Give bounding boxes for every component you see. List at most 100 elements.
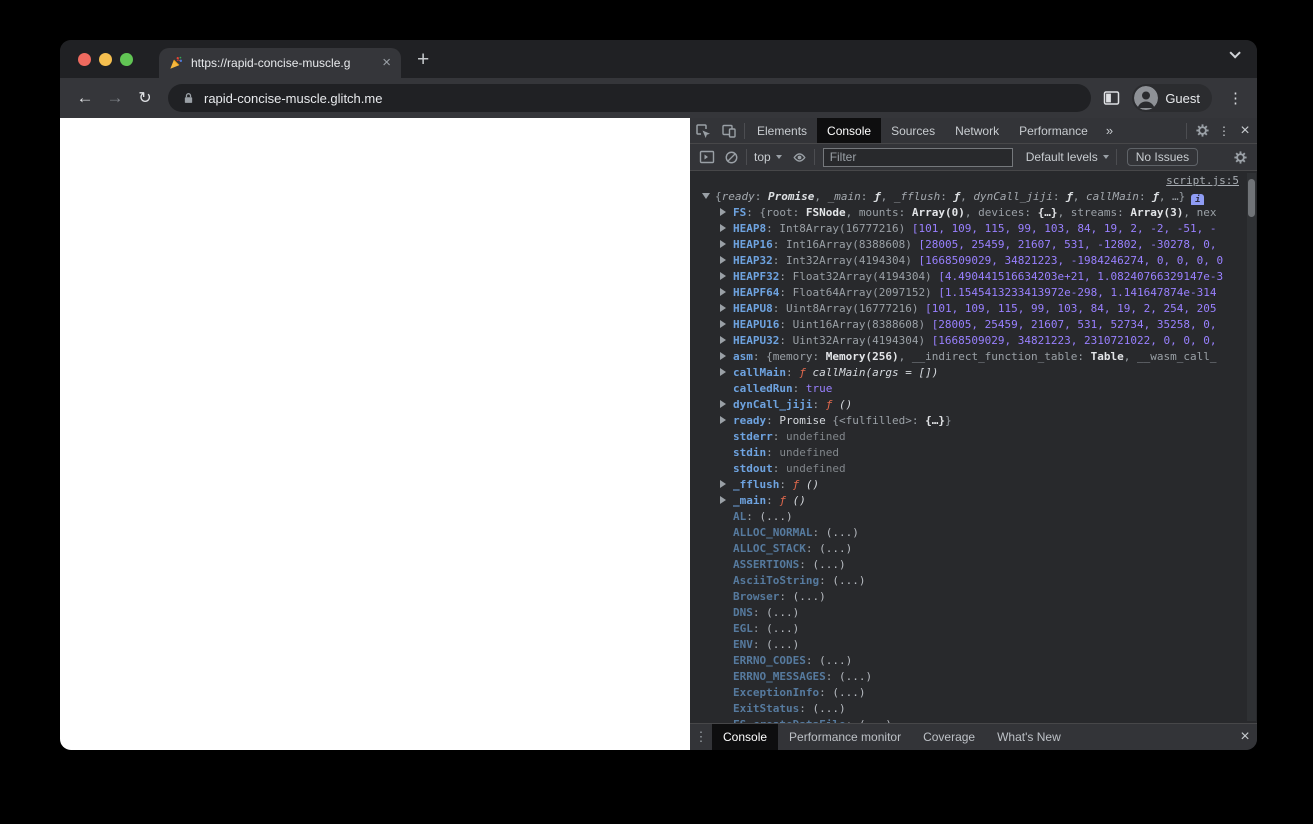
log-levels-selector[interactable]: Default levels [1021, 150, 1114, 164]
console-text-segment: : [812, 398, 826, 411]
console-settings-button[interactable] [1228, 150, 1253, 165]
console-property-row[interactable]: Browser: (...) [690, 589, 1257, 605]
expander-icon[interactable] [720, 221, 733, 237]
clear-console-button[interactable] [719, 150, 744, 165]
tab-close-icon[interactable]: × [382, 55, 391, 70]
console-property-row[interactable]: callMain: ƒ callMain(args = []) [690, 365, 1257, 381]
console-property-row[interactable]: _fflush: ƒ () [690, 477, 1257, 493]
console-property-row[interactable]: HEAP8: Int8Array(16777216) [101, 109, 11… [690, 221, 1257, 237]
filter-input[interactable] [822, 147, 1013, 167]
devtools-tab-console[interactable]: Console [817, 118, 882, 143]
browser-menu-button[interactable]: ⋮ [1224, 89, 1247, 107]
console-property-row[interactable]: ASSERTIONS: (...) [690, 557, 1257, 573]
drawer-tab-coverage[interactable]: Coverage [912, 724, 986, 750]
console-property-row[interactable]: stdout: undefined [690, 461, 1257, 477]
expander-icon[interactable] [720, 349, 733, 365]
drawer-tab-what-s-new[interactable]: What's New [986, 724, 1072, 750]
console-property-row[interactable]: ERRNO_MESSAGES: (...) [690, 669, 1257, 685]
console-property-row[interactable]: FS: {root: FSNode, mounts: Array(0), dev… [690, 205, 1257, 221]
console-property-row[interactable]: HEAP32: Int32Array(4194304) [1668509029,… [690, 253, 1257, 269]
console-object-preview[interactable]: {ready: Promise, _main: ƒ, _fflush: ƒ, d… [690, 189, 1257, 205]
devtools-menu-button[interactable]: ⋮ [1215, 124, 1233, 138]
side-panel-icon[interactable] [1103, 90, 1120, 106]
console-text-segment: : [1138, 190, 1153, 203]
console-property-row[interactable]: ALLOC_STACK: (...) [690, 541, 1257, 557]
context-selector[interactable]: top [749, 150, 787, 164]
devtools-tab-performance[interactable]: Performance [1009, 118, 1098, 143]
expander-icon[interactable] [702, 189, 715, 205]
console-property-row[interactable]: ExceptionInfo: (...) [690, 685, 1257, 701]
console-property-row[interactable]: HEAPU32: Uint32Array(4194304) [166850902… [690, 333, 1257, 349]
console-property-row[interactable]: DNS: (...) [690, 605, 1257, 621]
scrollbar-thumb[interactable] [1248, 179, 1255, 217]
console-text-segment: : [779, 270, 793, 283]
back-button[interactable]: ← [70, 88, 100, 108]
drawer-close-button[interactable]: × [1233, 728, 1257, 746]
window-close-button[interactable] [78, 53, 91, 66]
devtools-tab-network[interactable]: Network [945, 118, 1009, 143]
issues-button[interactable]: No Issues [1126, 148, 1199, 166]
drawer-menu-button[interactable]: ⋮ [690, 729, 712, 745]
browser-tab[interactable]: https://rapid-concise-muscle.g × [159, 48, 401, 78]
devtools-settings-button[interactable] [1189, 123, 1215, 138]
expander-icon[interactable] [720, 477, 733, 493]
console-property-row[interactable]: calledRun: true [690, 381, 1257, 397]
expander-icon[interactable] [720, 493, 733, 509]
context-label: top [754, 150, 771, 164]
expander-icon[interactable] [720, 205, 733, 221]
console-source-link[interactable]: script.js:5 [1166, 174, 1239, 187]
devtools-tab-sources[interactable]: Sources [881, 118, 945, 143]
console-property-row[interactable]: HEAPF32: Float32Array(4194304) [4.490441… [690, 269, 1257, 285]
devtools-tab-elements[interactable]: Elements [747, 118, 817, 143]
device-toolbar-button[interactable] [716, 123, 742, 139]
expander-icon[interactable] [720, 301, 733, 317]
page-viewport[interactable] [60, 118, 690, 750]
console-property-row[interactable]: stderr: undefined [690, 429, 1257, 445]
lock-icon[interactable] [182, 91, 195, 105]
console-property-row[interactable]: stdin: undefined [690, 445, 1257, 461]
console-property-row[interactable]: HEAPU16: Uint16Array(8388608) [28005, 25… [690, 317, 1257, 333]
console-property-row[interactable]: ERRNO_CODES: (...) [690, 653, 1257, 669]
console-property-row[interactable]: AsciiToString: (...) [690, 573, 1257, 589]
expander-icon[interactable] [720, 237, 733, 253]
console-property-row[interactable]: HEAPF64: Float64Array(2097152) [1.154541… [690, 285, 1257, 301]
expander-icon[interactable] [720, 269, 733, 285]
drawer-tab-console[interactable]: Console [712, 724, 779, 750]
console-property-row[interactable]: FS_createDataFile: (...) [690, 717, 1257, 723]
console-property-row[interactable]: HEAPU8: Uint8Array(16777216) [101, 109, … [690, 301, 1257, 317]
expander-icon[interactable] [720, 365, 733, 381]
profile-chip[interactable]: Guest [1132, 84, 1212, 112]
console-sidebar-button[interactable] [694, 149, 719, 165]
devtools-close-button[interactable]: × [1233, 122, 1257, 140]
console-property-row[interactable]: EGL: (...) [690, 621, 1257, 637]
console-property-row[interactable]: ENV: (...) [690, 637, 1257, 653]
console-text-segment: : [766, 414, 780, 427]
inspect-element-button[interactable] [690, 123, 716, 139]
console-property-row[interactable]: HEAP16: Int16Array(8388608) [28005, 2545… [690, 237, 1257, 253]
expander-icon[interactable] [720, 253, 733, 269]
browser-window: https://rapid-concise-muscle.g × + ← → ↻… [60, 40, 1257, 750]
console-scrollbar[interactable] [1247, 173, 1256, 721]
reload-button[interactable]: ↻ [130, 88, 160, 108]
expander-icon[interactable] [720, 397, 733, 413]
window-minimize-button[interactable] [99, 53, 112, 66]
new-tab-button[interactable]: + [417, 49, 429, 70]
expander-icon[interactable] [720, 413, 733, 429]
tab-search-button[interactable] [1229, 46, 1241, 64]
console-property-row[interactable]: _main: ƒ () [690, 493, 1257, 509]
console-property-row[interactable]: ExitStatus: (...) [690, 701, 1257, 717]
console-property-row[interactable]: ready: Promise {<fulfilled>: {…}} [690, 413, 1257, 429]
console-property-row[interactable]: asm: {memory: Memory(256), __indirect_fu… [690, 349, 1257, 365]
expander-icon[interactable] [720, 333, 733, 349]
expander-icon[interactable] [720, 285, 733, 301]
address-bar[interactable]: rapid-concise-muscle.glitch.me [168, 84, 1092, 112]
console-property-row[interactable]: ALLOC_NORMAL: (...) [690, 525, 1257, 541]
console-property-row[interactable]: dynCall_jiji: ƒ () [690, 397, 1257, 413]
expander-icon[interactable] [720, 317, 733, 333]
window-zoom-button[interactable] [120, 53, 133, 66]
console-property-row[interactable]: AL: (...) [690, 509, 1257, 525]
live-expression-button[interactable] [787, 150, 812, 165]
forward-button[interactable]: → [100, 88, 130, 108]
drawer-tab-performance-monitor[interactable]: Performance monitor [778, 724, 912, 750]
more-tabs-button[interactable]: » [1098, 123, 1121, 138]
